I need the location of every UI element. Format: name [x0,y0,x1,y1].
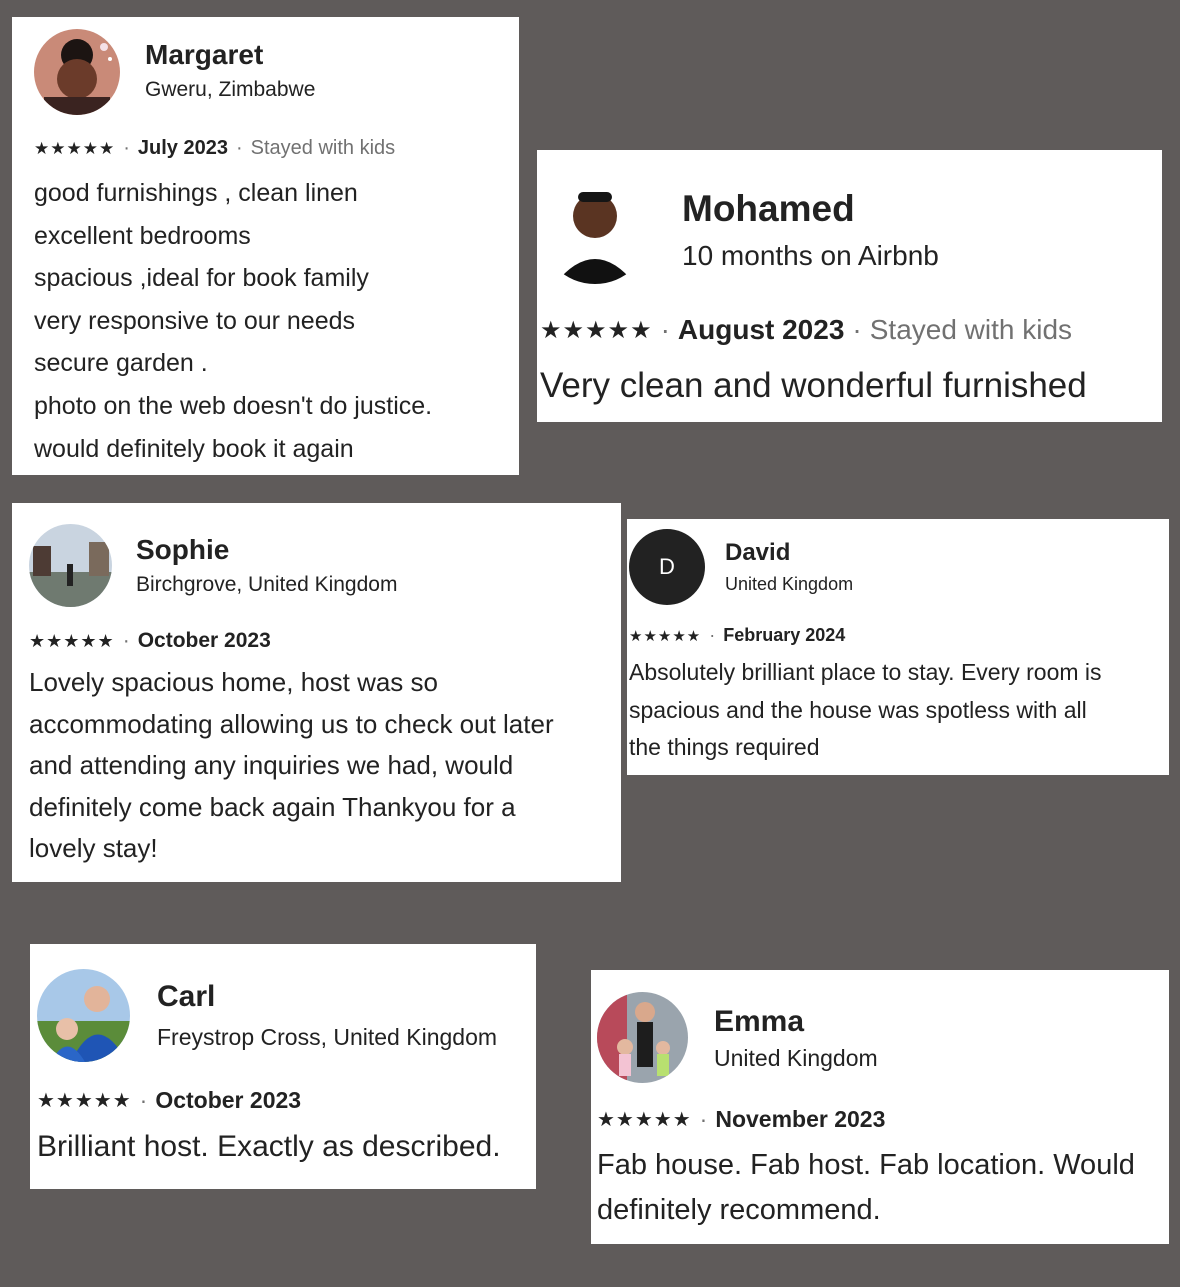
reviewer-tenure: 10 months on Airbnb [682,240,939,271]
reviewer-location: Birchgrove, United Kingdom [136,573,398,596]
review-meta: ★★★★★ · February 2024 [629,625,845,646]
review-text: Very clean and wonderful furnished [540,362,1087,410]
review-date: August 2023 [677,314,845,345]
review-line: Absolutely brilliant place to stay. Ever… [629,659,1102,685]
review-meta: ★★★★★ · July 2023 · Stayed with kids [34,137,395,160]
review-meta: ★★★★★ · August 2023 · Stayed with kids [540,314,1072,346]
review-text: Fab house. Fab host. Fab location. Would… [597,1143,1135,1233]
review-line: Fab house. Fab host. Fab location. Would [597,1149,1135,1181]
rating-stars: ★★★★★ [29,630,115,651]
review-card-sophie: Sophie Birchgrove, United Kingdom ★★★★★ … [12,503,621,882]
separator: · [709,625,716,645]
avatar-sophie[interactable] [29,524,112,607]
review-line: photo on the web doesn't do justice. [34,391,433,420]
review-line: and attending any inquiries we had, woul… [29,750,514,780]
reviewer-location: Gweru, Zimbabwe [145,78,316,101]
review-line: excellent bedrooms [34,221,251,250]
review-line: definitely come back again Thankyou for … [29,791,516,822]
reviewer-name: Mohamed [682,188,855,229]
review-card-margaret: Margaret Gweru, Zimbabwe ★★★★★ · July 20… [12,17,519,475]
separator: · [660,314,670,345]
review-meta: ★★★★★ · November 2023 [597,1106,885,1133]
reviewer-name: David [725,539,791,566]
review-meta: ★★★★★ · October 2023 [29,629,271,653]
review-card-david: D David United Kingdom ★★★★★ · February … [627,519,1169,775]
rating-stars: ★★★★★ [37,1090,132,1112]
review-line: very responsive to our needs [34,306,356,335]
review-line: Very clean and wonderful furnished [540,366,1087,405]
review-date: November 2023 [715,1106,886,1132]
review-line: secure garden . [34,349,208,378]
rating-stars: ★★★★★ [629,627,702,645]
separator: · [123,137,130,159]
review-line: accommodating allowing us to check out l… [29,708,554,739]
review-text: Brilliant host. Exactly as described. [37,1126,501,1168]
avatar-initial: D [659,554,675,579]
trip-type: Stayed with kids [869,314,1073,345]
rating-stars: ★★★★★ [34,138,116,158]
separator: · [852,314,862,345]
review-date: July 2023 [137,137,228,159]
separator: · [139,1087,148,1113]
reviewer-location: Freystrop Cross, United Kingdom [157,1024,498,1050]
avatar-mohamed[interactable] [540,174,650,284]
reviewer-location: United Kingdom [725,574,854,594]
reviewer-name: Carl [157,980,216,1013]
review-date: October 2023 [137,629,271,652]
review-text: Lovely spacious home, host was so accomm… [29,662,554,870]
rating-stars: ★★★★★ [597,1109,692,1131]
review-line: spacious ,ideal for book family [34,264,369,293]
review-line: definitely recommend. [597,1194,881,1226]
reviewer-name: Emma [714,1005,805,1038]
review-line: good furnishings , clean linen [34,179,358,207]
avatar-emma[interactable] [597,992,688,1083]
avatar-carl[interactable] [37,969,130,1062]
review-line: the things required [629,734,820,760]
rating-stars: ★★★★★ [540,316,653,344]
review-meta: ★★★★★ · October 2023 [37,1087,301,1114]
reviewer-name: Sophie [136,534,230,565]
reviewer-location: United Kingdom [714,1045,878,1071]
review-date: October 2023 [155,1087,302,1113]
review-line: would definitely book it again [34,434,354,463]
review-line: lovely stay! [29,833,158,863]
review-date: February 2024 [723,625,846,645]
separator: · [699,1106,708,1132]
review-text: good furnishings , clean linen excellent… [34,172,432,470]
review-line: Lovely spacious home, host was so [29,667,438,697]
review-text: Absolutely brilliant place to stay. Ever… [629,654,1102,767]
trip-type: Stayed with kids [250,137,396,159]
review-card-emma: Emma United Kingdom ★★★★★ · November 202… [591,970,1169,1244]
review-card-carl: Carl Freystrop Cross, United Kingdom ★★★… [30,944,536,1189]
avatar-margaret[interactable] [34,29,120,115]
reviewer-name: Margaret [145,39,264,70]
review-card-mohamed: Mohamed 10 months on Airbnb ★★★★★ · Augu… [537,150,1162,422]
review-line: spacious and the house was spotless with… [629,696,1087,723]
review-line: Brilliant host. Exactly as described. [37,1130,501,1163]
separator: · [235,137,243,159]
avatar-david[interactable]: D [629,529,705,605]
separator: · [122,629,130,652]
